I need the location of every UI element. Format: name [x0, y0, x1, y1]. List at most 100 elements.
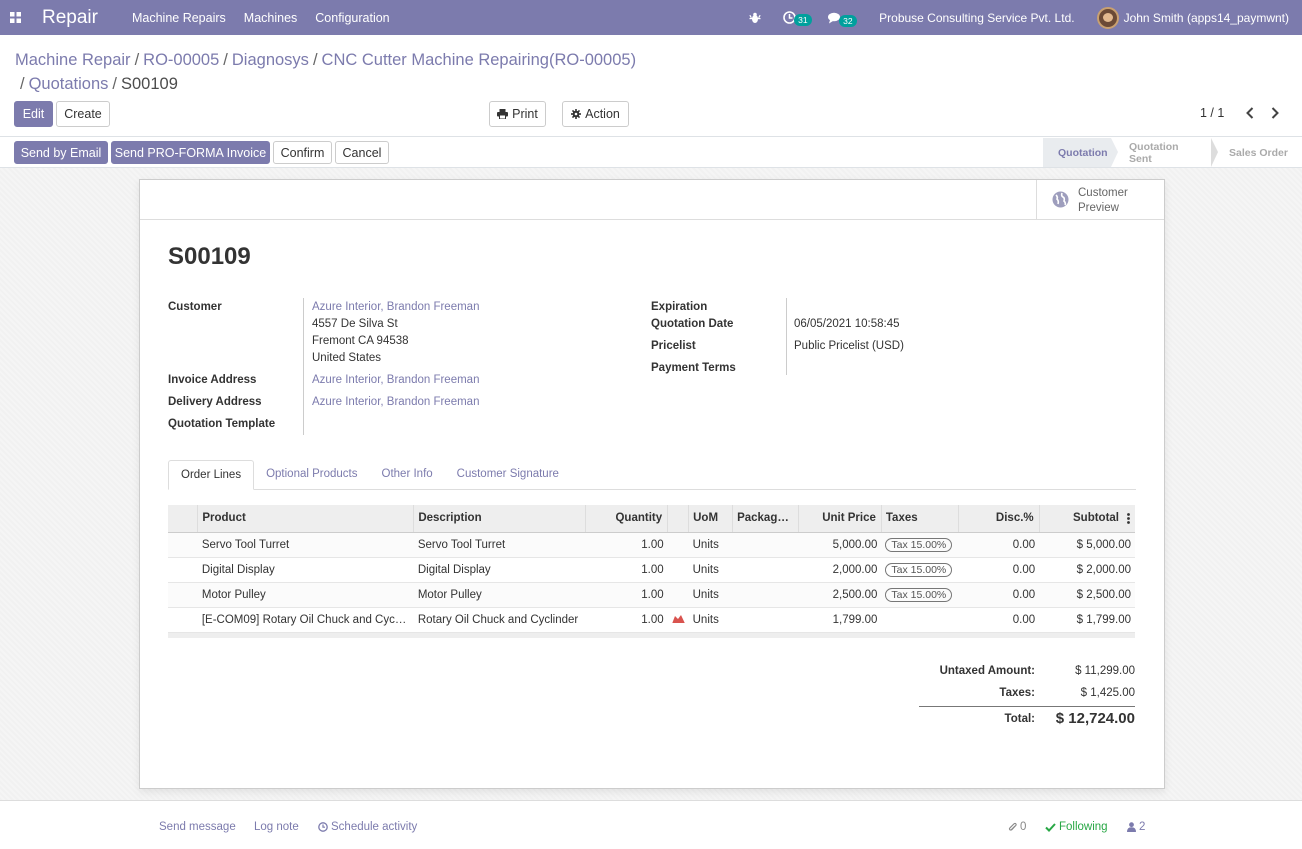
- row-taxes[interactable]: Tax 15.00%: [881, 582, 959, 608]
- debug-bug-icon[interactable]: [740, 12, 770, 24]
- invoice-address-field[interactable]: Azure Interior, Brandon Freeman: [312, 374, 479, 386]
- row-unit-price[interactable]: 2,500.00: [798, 582, 882, 608]
- row-quantity[interactable]: 1.00: [585, 582, 668, 608]
- row-discount[interactable]: 0.00: [958, 532, 1040, 558]
- breadcrumb-cnc-cutter[interactable]: CNC Cutter Machine Repairing(RO-00005): [322, 51, 637, 69]
- action-button[interactable]: Action: [562, 101, 629, 127]
- send-proforma-invoice-button[interactable]: Send PRO-FORMA Invoice: [111, 141, 270, 164]
- menu-configuration[interactable]: Configuration: [306, 11, 398, 25]
- schedule-activity-button[interactable]: Schedule activity: [318, 821, 417, 833]
- status-quotation[interactable]: Quotation: [1043, 138, 1118, 167]
- followers-button[interactable]: 2: [1127, 821, 1145, 833]
- status-quotation-sent[interactable]: Quotation Sent: [1111, 138, 1218, 167]
- col-quantity[interactable]: Quantity: [585, 505, 669, 533]
- col-taxes[interactable]: Taxes: [881, 505, 959, 533]
- row-discount[interactable]: 0.00: [958, 582, 1040, 608]
- following-button[interactable]: Following: [1045, 821, 1108, 833]
- status-bar: Quotation Quotation Sent Sales Order: [1043, 138, 1302, 167]
- customer-field[interactable]: Azure Interior, Brandon Freeman: [312, 301, 479, 313]
- user-menu[interactable]: John Smith (apps14_paymwnt): [1087, 6, 1302, 29]
- customer-city: Fremont CA 94538: [312, 335, 409, 347]
- breadcrumb-repair-order[interactable]: RO-00005: [143, 51, 219, 69]
- row-quantity[interactable]: 1.00: [585, 532, 668, 558]
- messages-chat-icon[interactable]: 32: [819, 12, 857, 27]
- pricelist-field[interactable]: Public Pricelist (USD): [794, 340, 904, 352]
- edit-button[interactable]: Edit: [14, 101, 53, 127]
- form-sheet: Customer Preview S00109 Customer Azure I…: [139, 179, 1165, 789]
- row-unit-price[interactable]: 2,000.00: [798, 557, 882, 583]
- row-product[interactable]: [E-COM09] Rotary Oil Chuck and Cyc…: [197, 607, 414, 633]
- row-discount[interactable]: 0.00: [958, 557, 1040, 583]
- row-packaging[interactable]: [732, 532, 799, 558]
- quotation-date-field[interactable]: 06/05/2021 10:58:45: [794, 318, 900, 330]
- row-packaging[interactable]: [732, 582, 799, 608]
- row-quantity[interactable]: 1.00: [585, 557, 668, 583]
- row-description[interactable]: Servo Tool Turret: [413, 532, 586, 558]
- row-taxes[interactable]: Tax 15.00%: [881, 557, 959, 583]
- totals-divider: [919, 706, 1135, 707]
- row-packaging[interactable]: [732, 607, 799, 633]
- breadcrumb-diagnosys[interactable]: Diagnosys: [232, 51, 309, 69]
- menu-machines[interactable]: Machines: [235, 11, 307, 25]
- pager-next-icon[interactable]: [1267, 104, 1283, 122]
- attachments-button[interactable]: 0: [1008, 821, 1026, 833]
- send-message-button[interactable]: Send message: [159, 821, 236, 833]
- row-quantity[interactable]: 1.00: [585, 607, 668, 633]
- table-footer: [168, 632, 1135, 638]
- row-description[interactable]: Rotary Oil Chuck and Cyclinder: [413, 607, 586, 633]
- row-taxes[interactable]: Tax 15.00%: [881, 532, 959, 558]
- row-product[interactable]: Motor Pulley: [197, 582, 414, 608]
- app-name[interactable]: Repair: [42, 7, 98, 29]
- cancel-button[interactable]: Cancel: [335, 141, 389, 164]
- print-button[interactable]: Print: [489, 101, 546, 127]
- schedule-activity-label: Schedule activity: [331, 821, 418, 833]
- row-uom[interactable]: Units: [688, 582, 733, 608]
- create-button[interactable]: Create: [56, 101, 110, 127]
- menu-machine-repairs[interactable]: Machine Repairs: [123, 11, 235, 25]
- col-unit-price[interactable]: Unit Price: [798, 505, 882, 533]
- row-description[interactable]: Motor Pulley: [413, 582, 586, 608]
- tab-optional-products[interactable]: Optional Products: [254, 460, 369, 490]
- col-product[interactable]: Product: [197, 505, 415, 533]
- tab-customer-signature[interactable]: Customer Signature: [445, 460, 571, 490]
- pager-value[interactable]: 1 / 1: [1200, 106, 1224, 120]
- row-description[interactable]: Digital Display: [413, 557, 586, 583]
- col-discount[interactable]: Disc.%: [958, 505, 1040, 533]
- log-note-button[interactable]: Log note: [254, 821, 299, 833]
- row-uom[interactable]: Units: [688, 607, 733, 633]
- pager-previous-icon[interactable]: [1242, 104, 1258, 122]
- breadcrumb-machine-repair[interactable]: Machine Repair: [15, 51, 131, 69]
- row-packaging[interactable]: [732, 557, 799, 583]
- row-product[interactable]: Servo Tool Turret: [197, 532, 414, 558]
- tab-order-lines[interactable]: Order Lines: [168, 460, 255, 490]
- col-packaging[interactable]: Packag…: [732, 505, 800, 533]
- row-product[interactable]: Digital Display: [197, 557, 414, 583]
- activity-clock-icon[interactable]: 31: [774, 11, 812, 26]
- table-row[interactable]: Motor Pulley Motor Pulley 1.00 Units 2,5…: [168, 582, 1135, 608]
- table-row[interactable]: Servo Tool Turret Servo Tool Turret 1.00…: [168, 532, 1135, 558]
- tab-other-info[interactable]: Other Info: [370, 460, 445, 490]
- row-uom[interactable]: Units: [688, 532, 733, 558]
- col-uom[interactable]: UoM: [688, 505, 734, 533]
- row-uom[interactable]: Units: [688, 557, 733, 583]
- customer-preview-button[interactable]: Customer Preview: [1036, 180, 1164, 219]
- table-row[interactable]: Digital Display Digital Display 1.00 Uni…: [168, 557, 1135, 583]
- col-subtotal[interactable]: Subtotal: [1039, 505, 1135, 533]
- send-by-email-button[interactable]: Send by Email: [14, 141, 108, 164]
- apps-menu-icon[interactable]: [0, 0, 30, 35]
- row-taxes[interactable]: [881, 607, 959, 633]
- col-description[interactable]: Description: [413, 505, 587, 533]
- activity-count-badge: 31: [794, 14, 812, 26]
- confirm-button[interactable]: Confirm: [273, 141, 332, 164]
- forecast-area-chart-icon[interactable]: [672, 613, 685, 623]
- status-sales-order[interactable]: Sales Order: [1211, 138, 1302, 167]
- company-switcher[interactable]: Probuse Consulting Service Pvt. Ltd.: [851, 11, 1086, 25]
- table-row[interactable]: [E-COM09] Rotary Oil Chuck and Cyc… Rota…: [168, 607, 1135, 633]
- optional-columns-icon[interactable]: [1127, 513, 1130, 524]
- delivery-address-field[interactable]: Azure Interior, Brandon Freeman: [312, 396, 479, 408]
- row-warning[interactable]: [667, 607, 689, 633]
- breadcrumb-quotations[interactable]: Quotations: [29, 75, 109, 93]
- row-discount[interactable]: 0.00: [958, 607, 1040, 633]
- row-unit-price[interactable]: 1,799.00: [798, 607, 882, 633]
- row-unit-price[interactable]: 5,000.00: [798, 532, 882, 558]
